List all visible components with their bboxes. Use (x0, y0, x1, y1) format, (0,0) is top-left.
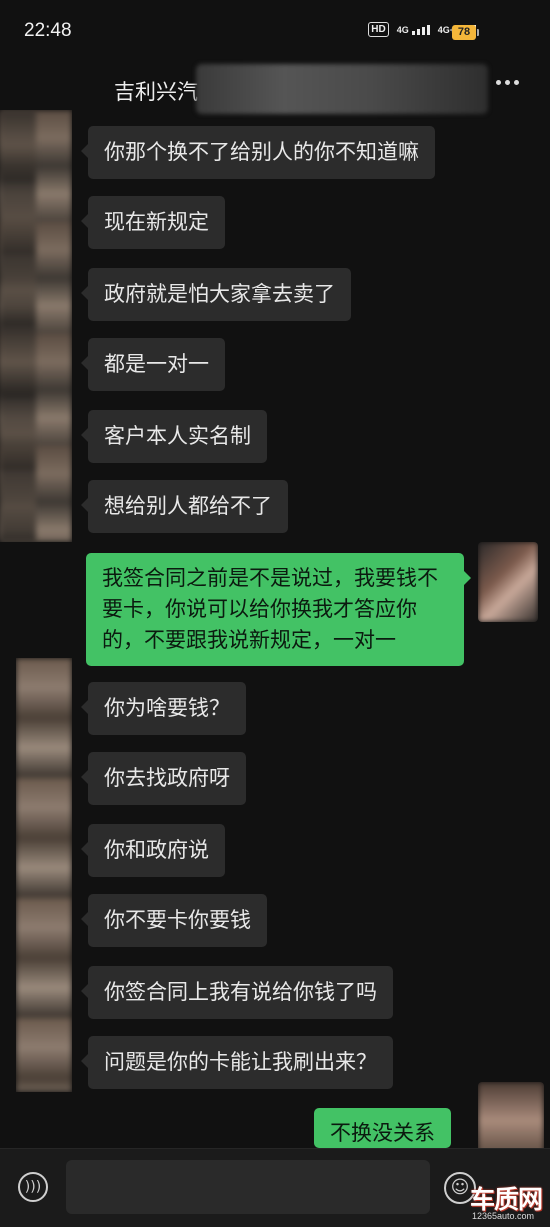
message-bubble[interactable]: 客户本人实名制 (81, 410, 267, 463)
status-bar: 22:48 HD 4G 4G+ 78 (0, 0, 550, 62)
message-bubble[interactable]: 你去找政府呀 (81, 752, 246, 805)
message-bubble[interactable]: 你为啥要钱？ (81, 682, 246, 735)
title-redaction (196, 64, 488, 114)
message-input[interactable] (66, 1160, 430, 1214)
sender-redaction-bottom (16, 658, 72, 1092)
sim1-label: 4G (396, 24, 409, 35)
message-bubble[interactable]: 都是一对一 (81, 338, 225, 391)
battery-icon: 78 (452, 25, 476, 40)
message-bubble-outgoing[interactable]: 不换没关系 (314, 1108, 451, 1148)
message-bubble[interactable]: 你和政府说 (81, 824, 225, 877)
watermark-url: 12365auto.com (472, 1211, 535, 1221)
my-avatar[interactable] (478, 542, 538, 622)
message-bubble[interactable]: 问题是你的卡能让我刷出来？ (81, 1036, 393, 1089)
sender-redaction-top (0, 110, 72, 542)
message-bubble[interactable]: 想给别人都给不了 (81, 480, 288, 533)
message-bubble-outgoing[interactable]: 我签合同之前是不是说过，我要钱不要卡，你说可以给你换我才答应你的，不要跟我说新规… (86, 553, 471, 666)
more-dots-icon[interactable] (496, 80, 519, 85)
status-time: 22:48 (24, 20, 72, 41)
voice-icon[interactable]: ))) (18, 1172, 48, 1202)
message-bubble[interactable]: 你那个换不了给别人的你不知道嘛 (81, 126, 435, 179)
message-bubble[interactable]: 政府就是怕大家拿去卖了 (81, 268, 351, 321)
watermark-logo: 车质网 12365auto.com (470, 1180, 550, 1226)
message-bubble[interactable]: 你不要卡你要钱 (81, 894, 267, 947)
message-bubble[interactable]: 现在新规定 (81, 196, 225, 249)
battery-tip (477, 29, 479, 36)
signal-icon-sim1: 4G (396, 24, 430, 35)
message-bubble[interactable]: 你签合同上我有说给你钱了吗 (81, 966, 393, 1019)
hd-icon: HD (368, 22, 389, 37)
chat-title: 吉利兴汽 (114, 80, 198, 104)
